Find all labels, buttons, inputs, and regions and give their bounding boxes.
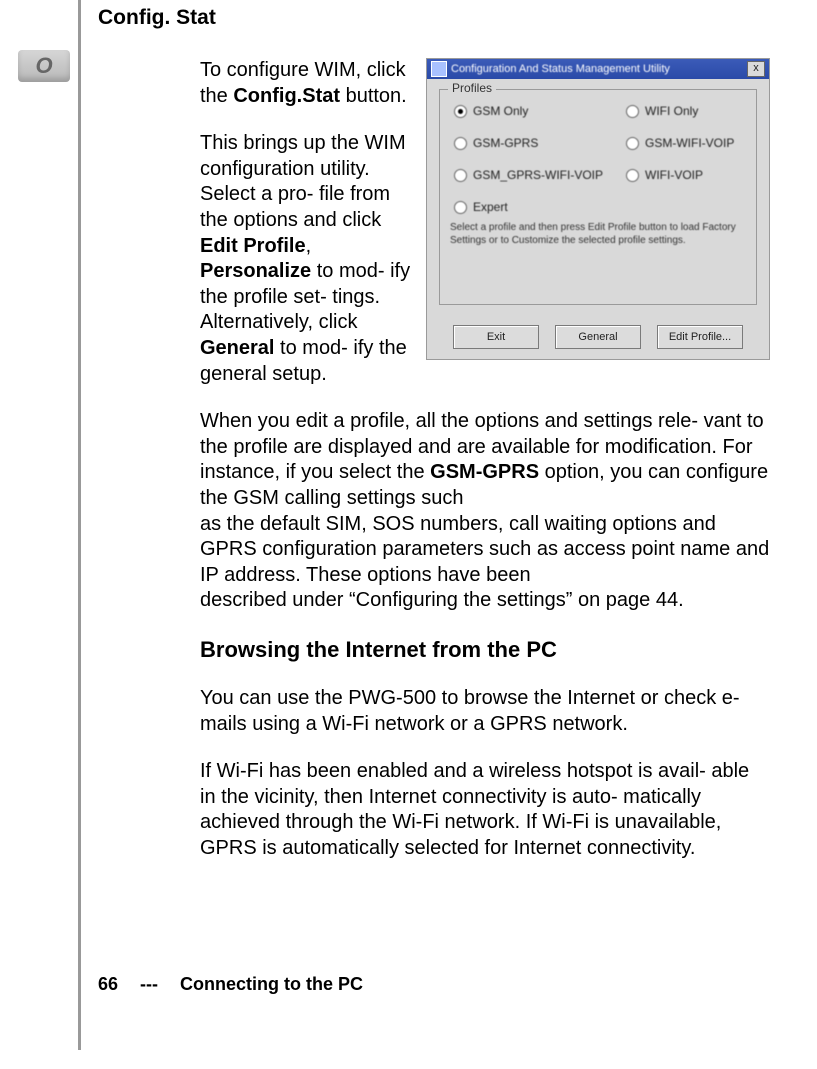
- dialog-titlebar: Configuration And Status Management Util…: [427, 59, 769, 79]
- subheading-browsing: Browsing the Internet from the PC: [200, 636, 770, 664]
- bold: Config.Stat: [233, 85, 340, 107]
- footer-separator: ---: [140, 974, 158, 995]
- page-footer: 66 --- Connecting to the PC: [98, 974, 363, 995]
- paragraph-5: If Wi-Fi has been enabled and a wireless…: [200, 759, 770, 861]
- radio-gsm-gprs[interactable]: GSM-GPRS: [454, 136, 538, 151]
- dialog-button-row: Exit General Edit Profile...: [427, 325, 769, 349]
- header-emblem-icon: O: [18, 50, 70, 82]
- edit-profile-button[interactable]: Edit Profile...: [657, 325, 743, 349]
- paragraph-3b: as the default SIM, SOS numbers, call wa…: [200, 512, 770, 589]
- exit-button[interactable]: Exit: [453, 325, 539, 349]
- footer-section: Connecting to the PC: [180, 974, 363, 995]
- radio-grid: GSM Only WIFI Only GSM-GPRS GSM-WIFI-VOI…: [450, 100, 746, 218]
- paragraph-3a: When you edit a profile, all the options…: [200, 409, 770, 511]
- body-column: Configuration And Status Management Util…: [200, 58, 770, 884]
- radio-wifi-only[interactable]: WIFI Only: [626, 104, 698, 119]
- dialog-title: Configuration And Status Management Util…: [451, 62, 743, 76]
- radio-expert[interactable]: Expert: [454, 200, 508, 215]
- text: ,: [306, 235, 312, 257]
- radio-label: WIFI-VOIP: [645, 168, 703, 183]
- radio-wifi-voip[interactable]: WIFI-VOIP: [626, 168, 703, 183]
- config-utility-screenshot: Configuration And Status Management Util…: [426, 58, 770, 360]
- radio-label: WIFI Only: [645, 104, 698, 119]
- close-icon[interactable]: x: [747, 61, 765, 77]
- radio-label: GSM-WIFI-VOIP: [645, 136, 734, 151]
- radio-gsm-only[interactable]: GSM Only: [454, 104, 528, 119]
- radio-label: Expert: [473, 200, 508, 215]
- text: button.: [340, 85, 407, 107]
- profiles-groupbox: Profiles GSM Only WIFI Only GSM-GPRS GSM…: [439, 89, 757, 305]
- radio-label: GSM_GPRS-WIFI-VOIP: [473, 168, 603, 183]
- bold: Edit Profile: [200, 235, 306, 257]
- page: O Config. Stat Configuration And Status …: [0, 0, 817, 1069]
- bold: GSM-GPRS: [430, 461, 539, 483]
- vertical-rule: [78, 0, 81, 1050]
- text: This brings up the WIM configuration uti…: [200, 132, 406, 231]
- profiles-hint: Select a profile and then press Edit Pro…: [450, 222, 746, 247]
- dialog-body: Profiles GSM Only WIFI Only GSM-GPRS GSM…: [427, 79, 769, 359]
- radio-gsm-wifi-voip[interactable]: GSM-WIFI-VOIP: [626, 136, 734, 151]
- general-button[interactable]: General: [555, 325, 641, 349]
- bold: General: [200, 337, 274, 359]
- section-heading: Config. Stat: [98, 6, 216, 30]
- app-icon: [431, 61, 447, 77]
- paragraph-3c: described under “Configuring the setting…: [200, 588, 770, 614]
- paragraph-4: You can use the PWG-500 to browse the In…: [200, 686, 770, 737]
- radio-gsm-gprs-wifi-voip[interactable]: GSM_GPRS-WIFI-VOIP: [454, 168, 603, 183]
- bold: Personalize: [200, 260, 311, 282]
- radio-label: GSM Only: [473, 104, 528, 119]
- groupbox-label: Profiles: [448, 81, 496, 96]
- page-number: 66: [98, 974, 118, 995]
- radio-label: GSM-GPRS: [473, 136, 538, 151]
